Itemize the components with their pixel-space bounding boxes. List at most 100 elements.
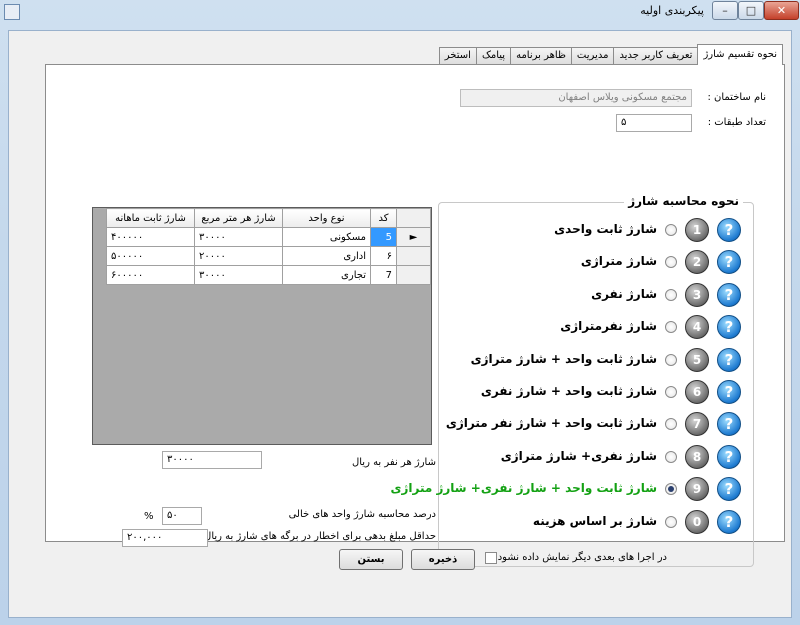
help-icon[interactable]: ? (717, 444, 741, 469)
option-label[interactable]: شارژ ثابت واحد + شارژ نفری+ شارژ متراژی (390, 481, 657, 495)
dont-show-again-checkbox[interactable] (485, 552, 497, 564)
charge-method-title: نحوه محاسبه شارژ (624, 194, 743, 208)
vacancy-label: درصد محاسبه شارژ واحد های خالی (288, 509, 436, 520)
unit-types-grid[interactable]: کد نوع واحد شارژ هر متر مربع شارژ ثابت م… (92, 207, 432, 445)
window-title: پیکربندی اولیه (640, 4, 704, 17)
minimize-button[interactable]: – (712, 1, 738, 20)
col-header-monthly[interactable]: شارژ ثابت ماهانه (106, 208, 195, 228)
option-radio[interactable] (665, 321, 677, 334)
option-label[interactable]: شارژ ثابت واحد + شارژ نفری (481, 384, 657, 398)
help-icon[interactable]: ? (717, 347, 741, 372)
cell-per-meter[interactable]: ۳۰۰۰۰ (194, 227, 283, 247)
tab-pool[interactable]: استخر (438, 47, 477, 65)
tab-management[interactable]: مدیریت (570, 47, 615, 65)
option-label[interactable]: شارژ ثابت واحد + شارژ نفر متراژی (446, 416, 657, 430)
cell-monthly[interactable]: ۶۰۰۰۰۰ (106, 265, 195, 285)
col-header-code[interactable]: کد (370, 208, 397, 228)
save-button[interactable]: ذخیره (411, 549, 475, 570)
tab-charge-split[interactable]: نحوه تقسیم شارژ (697, 44, 783, 65)
min-debt-field[interactable]: ۲۰۰,۰۰۰ (122, 529, 208, 547)
option-label[interactable]: شارژ نفری+ شارژ متراژی (501, 449, 657, 463)
option-number-badge: 1 (685, 218, 709, 242)
title-bar: پیکربندی اولیه – □ ✕ (0, 0, 800, 24)
maximize-button[interactable]: □ (738, 1, 764, 20)
help-icon[interactable]: ? (717, 477, 741, 502)
option-radio[interactable] (665, 386, 677, 398)
option-radio[interactable] (665, 515, 677, 528)
cell-type[interactable]: تجاری (282, 265, 371, 285)
option-number-badge: 7 (685, 412, 709, 437)
option-radio[interactable] (665, 450, 677, 463)
tab-appearance[interactable]: ظاهر برنامه (510, 47, 572, 65)
help-icon[interactable]: ? (717, 282, 741, 307)
cell-code[interactable]: ۶ (370, 246, 397, 266)
charge-option-6[interactable]: ? 6 شارژ ثابت واحد + شارژ نفری (445, 379, 745, 405)
cell-per-meter[interactable]: ۲۰۰۰۰ (194, 246, 283, 266)
cell-per-meter[interactable]: ۳۰۰۰۰ (194, 265, 283, 285)
floors-label: تعداد طبقات : (707, 117, 766, 128)
tab-page-charge-split: نام ساختمان : مجتمع مسکونی ویلاس اصفهان … (45, 64, 785, 567)
charge-option-5[interactable]: ? 5 شارژ ثابت واحد + شارژ متراژی (445, 347, 745, 373)
per-person-field[interactable]: ۳۰۰۰۰ (162, 451, 262, 469)
option-number-badge: 2 (685, 250, 709, 275)
option-radio[interactable] (665, 483, 677, 496)
cell-type[interactable]: اداری (282, 246, 371, 266)
table-row[interactable]: ۶ اداری ۲۰۰۰۰ ۵۰۰۰۰۰ (106, 246, 431, 266)
charge-option-8[interactable]: ? 8 شارژ نفری+ شارژ متراژی (445, 444, 745, 470)
window-client-area: نحوه تقسیم شارژ تعریف کاربر جدید مدیریت … (8, 30, 792, 618)
vacancy-percent-field[interactable]: ۵۰ (162, 507, 202, 525)
option-radio[interactable] (665, 353, 677, 366)
cell-monthly[interactable]: ۵۰۰۰۰۰ (106, 246, 195, 266)
help-icon[interactable]: ? (717, 412, 741, 437)
charge-method-group: نحوه محاسبه شارژ ? 1 شارژ ثابت واحدی? 2 شارژ… (390, 194, 754, 567)
option-label[interactable]: شارژ بر اساس هزینه (533, 514, 657, 528)
dont-show-again-label: در اجرا های بعدی دیگر نمایش داده نشود (497, 552, 667, 563)
cell-code[interactable]: 5 (370, 227, 397, 247)
option-radio[interactable] (665, 224, 677, 236)
charge-option-4[interactable]: ? 4 شارژ نفرمتراژی (445, 314, 745, 340)
row-header[interactable] (396, 246, 431, 266)
charge-option-0[interactable]: ? 0 شارژ بر اساس هزینه (445, 509, 745, 535)
help-icon[interactable]: ? (717, 218, 741, 242)
col-header-per-meter[interactable]: شارژ هر متر مربع (194, 208, 283, 228)
option-radio[interactable] (665, 256, 677, 269)
row-header-corner (396, 208, 431, 228)
help-icon[interactable]: ? (717, 380, 741, 404)
help-icon[interactable]: ? (717, 250, 741, 275)
tab-sms[interactable]: پیامک (475, 47, 512, 65)
current-row-indicator[interactable]: ► (396, 227, 431, 247)
charge-option-1[interactable]: ? 1 شارژ ثابت واحدی (445, 217, 745, 243)
option-number-badge: 5 (685, 347, 709, 372)
col-header-type[interactable]: نوع واحد (282, 208, 371, 228)
option-label[interactable]: شارژ نفری (591, 287, 657, 301)
option-label[interactable]: شارژ نفرمتراژی (560, 319, 657, 333)
option-number-badge: 3 (685, 282, 709, 307)
charge-option-9[interactable]: ? 9 شارژ ثابت واحد + شارژ نفری+ شارژ متراژ… (390, 476, 745, 502)
table-row[interactable]: ► 5 مسکونی ۳۰۰۰۰ ۴۰۰۰۰۰ (106, 227, 431, 247)
charge-option-3[interactable]: ? 3 شارژ نفری (445, 282, 745, 308)
option-number-badge: 8 (685, 444, 709, 469)
help-icon[interactable]: ? (717, 315, 741, 340)
building-name-label: نام ساختمان : (707, 92, 766, 103)
cell-monthly[interactable]: ۴۰۰۰۰۰ (106, 227, 195, 247)
cell-code[interactable]: 7 (370, 265, 397, 285)
row-header[interactable] (396, 265, 431, 285)
option-radio[interactable] (665, 288, 677, 301)
option-number-badge: 0 (685, 509, 709, 534)
close-dialog-button[interactable]: بستن (339, 549, 403, 570)
option-label[interactable]: شارژ متراژی (581, 254, 657, 268)
help-icon[interactable]: ? (717, 509, 741, 534)
option-label[interactable]: شارژ ثابت واحدی (554, 222, 657, 236)
option-radio[interactable] (665, 418, 677, 431)
charge-option-2[interactable]: ? 2 شارژ متراژی (445, 249, 745, 275)
cell-type[interactable]: مسکونی (282, 227, 371, 247)
unit-types-table: کد نوع واحد شارژ هر متر مربع شارژ ثابت م… (106, 208, 431, 285)
option-number-badge: 6 (685, 380, 709, 404)
option-label[interactable]: شارژ ثابت واحد + شارژ متراژی (471, 352, 657, 366)
table-row[interactable]: 7 تجاری ۳۰۰۰۰ ۶۰۰۰۰۰ (106, 265, 431, 285)
option-number-badge: 4 (685, 315, 709, 340)
charge-option-7[interactable]: ? 7 شارژ ثابت واحد + شارژ نفر متراژی (445, 411, 745, 437)
floors-field[interactable]: ۵ (616, 114, 692, 132)
tab-new-user[interactable]: تعریف کاربر جدید (613, 47, 699, 65)
close-button[interactable]: ✕ (764, 1, 799, 20)
